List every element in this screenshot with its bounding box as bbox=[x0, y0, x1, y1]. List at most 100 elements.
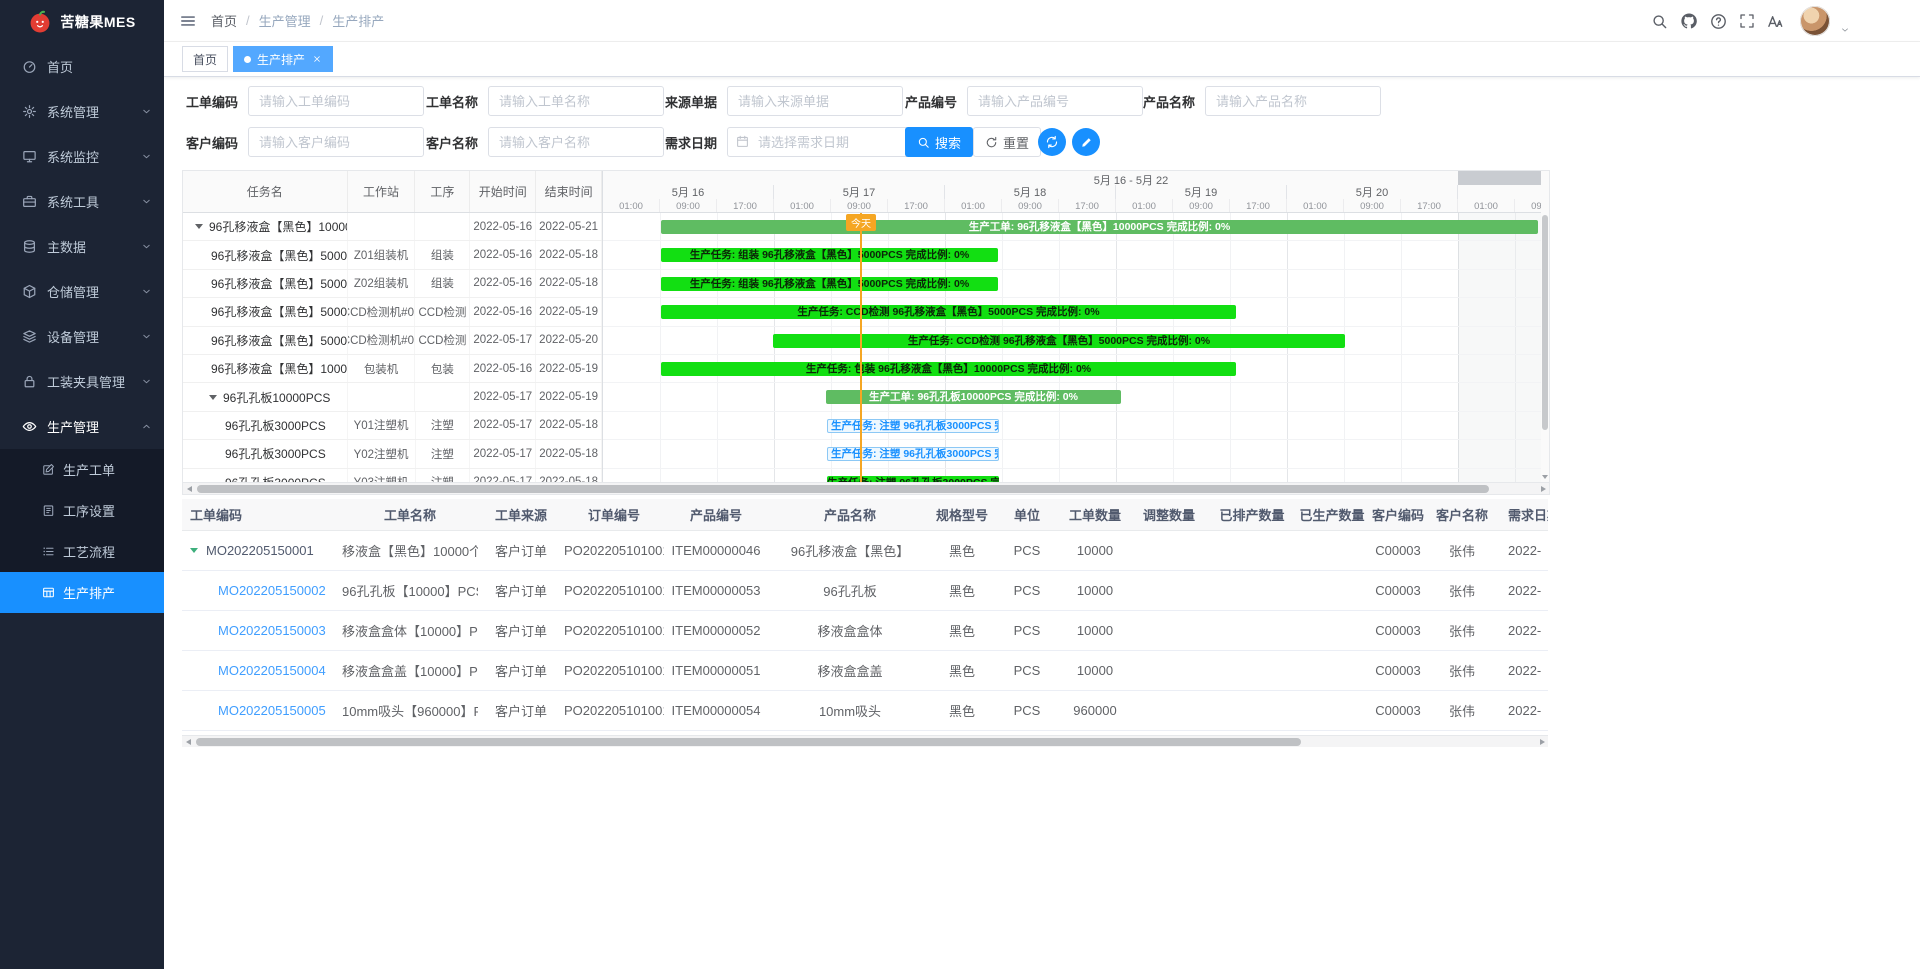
filter-input-product-code[interactable] bbox=[967, 86, 1143, 116]
sidebar-item-1[interactable]: 系统管理 bbox=[0, 89, 164, 134]
gantt-task-row-9[interactable]: 96孔孔板3000PCSY03注塑机注塑2022-05-172022-05-18 bbox=[183, 469, 602, 482]
fullscreen-icon[interactable] bbox=[1739, 13, 1755, 29]
database-icon bbox=[22, 239, 37, 254]
sidebar-subitem-2[interactable]: 工艺流程 bbox=[0, 531, 164, 572]
breadcrumb-separator: / bbox=[246, 13, 250, 28]
collapse-caret-icon[interactable] bbox=[209, 395, 217, 400]
orders-table-header: 工单编码工单名称工单来源订单编号产品编号产品名称规格型号单位工单数量调整数量已排… bbox=[182, 499, 1548, 531]
filter-input-demand-date[interactable] bbox=[727, 127, 909, 157]
filter-input-work-order-name[interactable] bbox=[488, 86, 664, 116]
gantt-process-cell bbox=[415, 383, 470, 410]
work-order-bar[interactable]: 生产工单: 96孔移液盒【黑色】10000PCS 完成比例: 0% bbox=[661, 220, 1538, 234]
task-bar[interactable]: 生产任务: 组装 96孔移液盒【黑色】5000PCS 完成比例: 0% bbox=[661, 277, 998, 291]
gantt-end-cell: 2022-05-19 bbox=[536, 383, 602, 410]
sidebar-item-3[interactable]: 系统工具 bbox=[0, 179, 164, 224]
tab-0[interactable]: 首页 bbox=[182, 46, 228, 72]
gantt-task-row-2[interactable]: 96孔移液盒【黑色】5000PCSZ02组装机组装2022-05-162022-… bbox=[183, 270, 602, 298]
work-order-code-text[interactable]: MO202205150004 bbox=[218, 663, 326, 678]
sidebar-item-7[interactable]: 工装夹具管理 bbox=[0, 359, 164, 404]
scroll-left-arrow-icon[interactable] bbox=[183, 483, 195, 495]
column-header-customer-code: 客户编码 bbox=[1370, 505, 1426, 524]
font-size-icon[interactable] bbox=[1767, 13, 1784, 30]
task-bar[interactable]: 生产任务: CCD检测 96孔移液盒【黑色】5000PCS 完成比例: 0% bbox=[661, 305, 1236, 319]
table-horizontal-scrollbar[interactable] bbox=[182, 735, 1548, 747]
filter-input-product-name[interactable] bbox=[1205, 86, 1381, 116]
sidebar-item-4[interactable]: 主数据 bbox=[0, 224, 164, 269]
task-bar[interactable]: 生产任务: 包装 96孔移液盒【黑色】10000PCS 完成比例: 0% bbox=[661, 362, 1236, 376]
gantt-task-row-4[interactable]: 96孔移液盒【黑色】5000PCSCCD检测机#02CCD检测2022-05-1… bbox=[183, 327, 602, 355]
gantt-hscroll-thumb[interactable] bbox=[197, 485, 1489, 493]
user-menu-caret-icon[interactable] bbox=[1840, 25, 1850, 35]
work-order-code-text[interactable]: MO202205150003 bbox=[218, 623, 326, 638]
gantt-task-row-7[interactable]: 96孔孔板3000PCSY01注塑机注塑2022-05-172022-05-18 bbox=[183, 412, 602, 440]
task-bar[interactable]: 生产任务: 注塑 96孔孔板3000PCS 完成比例: 0% bbox=[827, 476, 999, 482]
sidebar-subitem-3[interactable]: 生产排产 bbox=[0, 572, 164, 613]
sidebar-item-6[interactable]: 设备管理 bbox=[0, 314, 164, 359]
sidebar-toggle-icon[interactable] bbox=[179, 12, 197, 30]
gantt-task-row-5[interactable]: 96孔移液盒【黑色】10000PCS包装机包装2022-05-162022-05… bbox=[183, 355, 602, 383]
table-row-3[interactable]: MO202205150004移液盒盒盖【10000】PCS客户订单PO20220… bbox=[182, 651, 1548, 691]
gantt-tick-label: 09:00 bbox=[1002, 199, 1059, 213]
cell-spec: 黑色 bbox=[932, 581, 992, 600]
sidebar-subitem-0[interactable]: 生产工单 bbox=[0, 449, 164, 490]
breadcrumb-item-0[interactable]: 首页 bbox=[211, 11, 237, 30]
gantt-task-row-8[interactable]: 96孔孔板3000PCSY02注塑机注塑2022-05-172022-05-18 bbox=[183, 440, 602, 468]
gantt-horizontal-scrollbar[interactable] bbox=[183, 482, 1549, 494]
scroll-right-arrow-icon[interactable] bbox=[1537, 483, 1549, 495]
work-order-bar[interactable]: 生产工单: 96孔孔板10000PCS 完成比例: 0% bbox=[826, 390, 1121, 404]
gantt-task-row-0[interactable]: 96孔移液盒【黑色】10000PCS2022-05-162022-05-21 bbox=[183, 213, 602, 241]
work-order-code-text[interactable]: MO202205150002 bbox=[218, 583, 326, 598]
filter-input-source-doc[interactable] bbox=[727, 86, 903, 116]
reset-button[interactable]: 重置 bbox=[973, 127, 1041, 157]
task-name-text: 96孔孔板3000PCS bbox=[225, 445, 326, 462]
task-bar[interactable]: 生产任务: 组装 96孔移液盒【黑色】5000PCS 完成比例: 0% bbox=[661, 248, 998, 262]
tab-1[interactable]: 生产排产 bbox=[233, 46, 333, 72]
edit-round-button[interactable] bbox=[1072, 128, 1100, 156]
filter-input-work-order-code[interactable] bbox=[248, 86, 424, 116]
gantt-task-row-3[interactable]: 96孔移液盒【黑色】5000PCSCCD检测机#01CCD检测2022-05-1… bbox=[183, 298, 602, 326]
column-header-qty: 工单数量 bbox=[1062, 505, 1128, 524]
sidebar-item-2[interactable]: 系统监控 bbox=[0, 134, 164, 179]
sidebar-item-8[interactable]: 生产管理 bbox=[0, 404, 164, 449]
task-bar[interactable]: 生产任务: 注塑 96孔孔板3000PCS 完成比例: 0% bbox=[827, 447, 999, 461]
app-logo[interactable]: 苦糖果MES bbox=[0, 0, 164, 44]
scroll-down-arrow-icon[interactable] bbox=[1542, 475, 1548, 479]
scroll-left-arrow-icon[interactable] bbox=[182, 736, 194, 748]
column-header-spec: 规格型号 bbox=[932, 505, 992, 524]
table-row-4[interactable]: MO20220515000510mm吸头【960000】PCS客户订单PO202… bbox=[182, 691, 1548, 731]
filter-input-customer-name[interactable] bbox=[488, 127, 664, 157]
table-row-1[interactable]: MO20220515000296孔孔板【10000】PCS客户订单PO20220… bbox=[182, 571, 1548, 611]
column-header-work-order-name: 工单名称 bbox=[342, 505, 478, 524]
gantt-task-row-1[interactable]: 96孔移液盒【黑色】5000PCSZ01组装机组装2022-05-162022-… bbox=[183, 241, 602, 269]
gantt-task-row-6[interactable]: 96孔孔板10000PCS2022-05-172022-05-19 bbox=[183, 383, 602, 411]
avatar[interactable] bbox=[1800, 6, 1830, 36]
collapse-caret-icon[interactable] bbox=[195, 224, 203, 229]
sidebar-item-0[interactable]: 首页 bbox=[0, 44, 164, 89]
gantt-task-name: 96孔移液盒【黑色】10000PCS bbox=[183, 355, 348, 382]
task-bar[interactable]: 生产任务: 注塑 96孔孔板3000PCS 完成比例: 0% bbox=[827, 419, 999, 433]
help-icon[interactable] bbox=[1710, 13, 1727, 30]
task-bar[interactable]: 生产任务: CCD检测 96孔移液盒【黑色】5000PCS 完成比例: 0% bbox=[773, 334, 1345, 348]
search-icon[interactable] bbox=[1651, 13, 1668, 30]
table-hscroll-thumb[interactable] bbox=[196, 738, 1301, 746]
expand-caret-icon[interactable] bbox=[190, 548, 198, 553]
table-row-0[interactable]: MO202205150001移液盒【黑色】10000个客户订单PO2022051… bbox=[182, 531, 1548, 571]
sync-round-button[interactable] bbox=[1038, 128, 1066, 156]
table-row-2[interactable]: MO202205150003移液盒盒体【10000】PCS客户订单PO20220… bbox=[182, 611, 1548, 651]
scroll-right-arrow-icon[interactable] bbox=[1536, 736, 1548, 748]
github-icon[interactable] bbox=[1680, 12, 1698, 30]
gantt-end-cell: 2022-05-21 bbox=[536, 213, 602, 240]
gantt-vscroll-thumb[interactable] bbox=[1542, 215, 1548, 430]
app-title: 苦糖果MES bbox=[60, 12, 135, 32]
gantt-vertical-scrollbar[interactable] bbox=[1541, 171, 1549, 482]
filter-field-product-code: 产品编号 bbox=[905, 86, 1143, 116]
sidebar-subitem-1[interactable]: 工序设置 bbox=[0, 490, 164, 531]
cell-unit: PCS bbox=[992, 703, 1062, 718]
sidebar: 苦糖果MES 首页系统管理系统监控系统工具主数据仓储管理设备管理工装夹具管理生产… bbox=[0, 0, 164, 969]
gantt-task-name: 96孔移液盒【黑色】10000PCS bbox=[183, 213, 348, 240]
work-order-code-text[interactable]: MO202205150005 bbox=[218, 703, 326, 718]
search-button[interactable]: 搜索 bbox=[905, 127, 973, 157]
breadcrumb-item-2: 生产排产 bbox=[332, 11, 384, 30]
filter-input-customer-code[interactable] bbox=[248, 127, 424, 157]
sidebar-item-5[interactable]: 仓储管理 bbox=[0, 269, 164, 314]
